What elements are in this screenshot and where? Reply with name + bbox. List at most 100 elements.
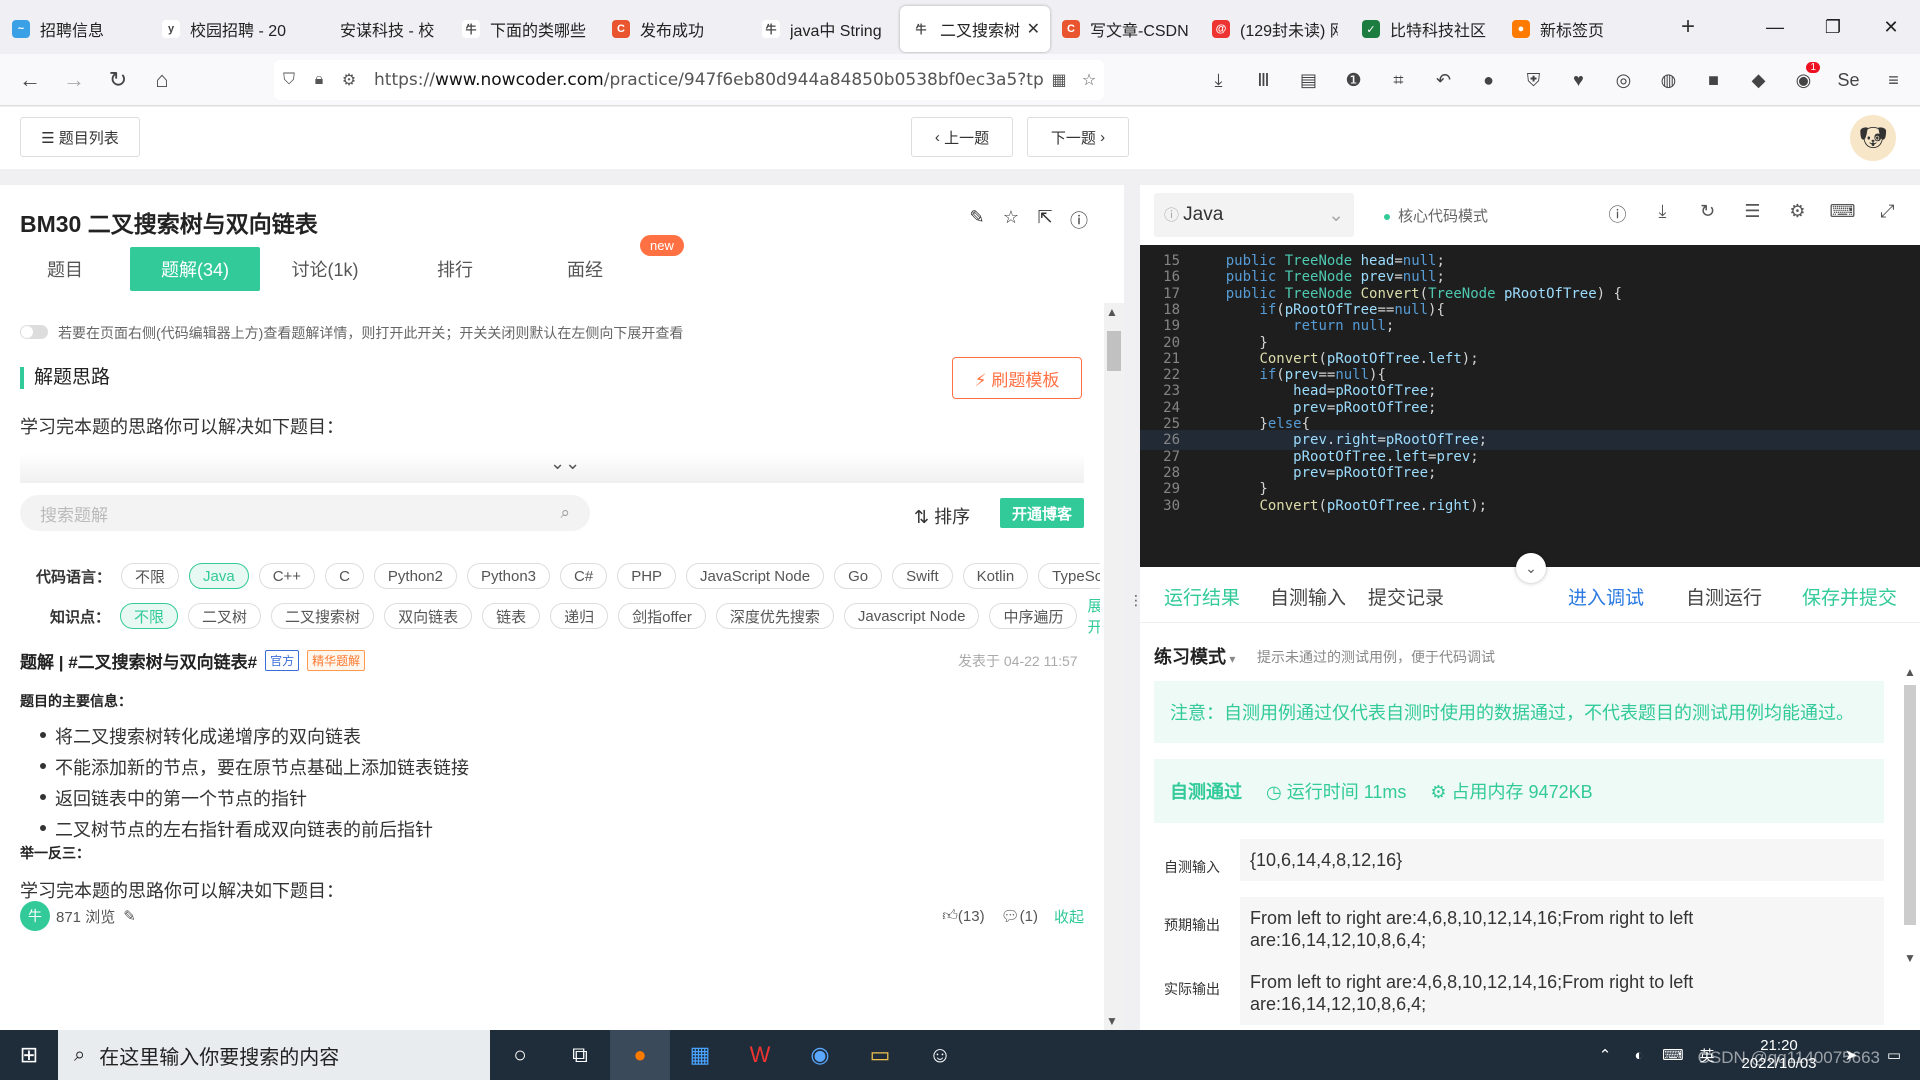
topic-chip[interactable]: 链表 xyxy=(482,603,541,629)
problem-tab[interactable]: 题解(34) xyxy=(130,247,260,291)
search-icon[interactable]: ⌕ xyxy=(560,503,570,523)
edit-icon[interactable]: ✎ xyxy=(960,207,994,233)
avatar[interactable]: 🐶︎ xyxy=(1850,115,1896,161)
solution-title[interactable]: 题解 | #二叉搜索树与双向链表# 官方 精华题解 xyxy=(20,648,366,673)
result-scroll-down-icon[interactable]: ▼ xyxy=(1904,951,1916,965)
solution-title-text[interactable]: 题解 | #二叉搜索树与双向链表# xyxy=(20,648,257,673)
forward-icon[interactable]: → xyxy=(52,60,96,100)
globe-icon[interactable]: ◍ xyxy=(1646,60,1691,100)
note-icon[interactable]: ✎ xyxy=(123,907,136,925)
avatar-app-icon[interactable]: ☺ xyxy=(910,1030,970,1080)
app-blocks-icon[interactable]: ▦ xyxy=(670,1030,730,1080)
problem-tab[interactable]: 面经 xyxy=(520,247,650,291)
prev-problem-button[interactable]: ‹ 上一题 xyxy=(911,117,1013,157)
problem-tab[interactable]: 题目 xyxy=(0,247,130,291)
taskbar-search-input[interactable]: ⌕ 在这里输入你要搜索的内容 xyxy=(58,1030,490,1080)
topic-chip[interactable]: 剑指offer xyxy=(618,603,706,629)
browser-tab[interactable]: C 写文章-CSDN xyxy=(1050,6,1200,52)
file-explorer-icon[interactable]: ▭ xyxy=(850,1030,910,1080)
like-count[interactable]: (13) xyxy=(958,908,985,925)
help-icon[interactable]: ⓘ xyxy=(1595,201,1640,227)
selenium-icon[interactable]: Se xyxy=(1826,60,1871,100)
detail-toggle[interactable] xyxy=(20,325,48,339)
browser-tab[interactable]: y 校园招聘 - 20 xyxy=(150,6,300,52)
comment-count[interactable]: (1) xyxy=(1020,908,1038,925)
browser-tab[interactable]: ● 新标签页 xyxy=(1500,6,1650,52)
like-icon[interactable]: 👍︎ xyxy=(942,907,958,925)
shield-icon[interactable]: ⛉ xyxy=(274,71,304,89)
language-chip[interactable]: Python2 xyxy=(373,563,457,589)
extension-colors-icon[interactable]: ● xyxy=(1466,60,1511,100)
extension-green-icon[interactable]: ◆ xyxy=(1736,60,1781,100)
home-icon[interactable]: ⌂ xyxy=(140,60,184,100)
reset-icon[interactable]: ↻ xyxy=(1685,201,1730,227)
language-select[interactable]: ⓘ Java ⌄ xyxy=(1154,193,1354,237)
collapse-editor-icon[interactable]: ⌄ xyxy=(1516,553,1546,583)
expand-down-icon[interactable]: ⌄⌄ xyxy=(550,453,580,474)
language-chip[interactable]: C++ xyxy=(258,563,316,589)
topic-chip[interactable]: 不限 xyxy=(120,603,179,629)
format-icon[interactable]: ☰ xyxy=(1730,201,1775,227)
lock-icon[interactable]: 🔒︎ xyxy=(304,71,334,89)
fullscreen-icon[interactable]: ⤢ xyxy=(1865,201,1910,227)
close-tab-icon[interactable]: ✕ xyxy=(1027,19,1040,39)
browser-tab[interactable]: 安谋科技 - 校 xyxy=(300,6,450,52)
language-chip[interactable]: Java xyxy=(189,563,249,589)
debug-button[interactable]: 进入调试 xyxy=(1568,583,1644,610)
topic-chip[interactable]: 递归 xyxy=(550,603,609,629)
browser-tab[interactable]: 牛 java中 String xyxy=(750,6,900,52)
keyboard-tray-icon[interactable]: ⌨ xyxy=(1656,1046,1690,1064)
topic-chip[interactable]: 中序遍历 xyxy=(989,603,1078,629)
browser-tab[interactable]: C 发布成功 xyxy=(600,6,750,52)
back-icon[interactable]: ← xyxy=(8,60,52,100)
windows-start-icon[interactable]: ⊞ xyxy=(0,1030,58,1080)
practice-mode-select[interactable]: 练习模式 ▾ xyxy=(1154,643,1235,669)
topic-chip[interactable]: 二叉树 xyxy=(188,603,262,629)
firefox-icon[interactable]: ● xyxy=(610,1030,670,1080)
language-chip[interactable]: C# xyxy=(560,563,608,589)
self-test-button[interactable]: 自测运行 xyxy=(1686,583,1762,610)
browser-tab[interactable]: 牛二叉搜索树 ✕ xyxy=(900,6,1050,52)
crop-icon[interactable]: ⌗ xyxy=(1376,60,1421,100)
open-blog-button[interactable]: 开通博客 xyxy=(1000,498,1084,528)
minimize-icon[interactable]: — xyxy=(1746,0,1804,54)
language-chip[interactable]: PHP xyxy=(617,563,677,589)
language-chip[interactable]: Go xyxy=(834,563,883,589)
download-icon[interactable]: ⤓ xyxy=(1196,60,1241,100)
scroll-up-icon[interactable]: ▲ xyxy=(1106,305,1118,319)
scroll-down-icon[interactable]: ▼ xyxy=(1106,1014,1118,1028)
sidebar-icon[interactable]: ▤ xyxy=(1286,60,1331,100)
language-chip[interactable]: C xyxy=(325,563,364,589)
tab-run-result[interactable]: 运行结果 xyxy=(1164,583,1240,610)
url-text[interactable]: https://www.nowcoder.com/practice/947f6e… xyxy=(374,70,1044,90)
problem-list-button[interactable]: ☰ 题目列表 xyxy=(20,117,140,157)
language-chip[interactable]: 不限 xyxy=(121,563,180,589)
language-chip[interactable]: Kotlin xyxy=(962,563,1029,589)
problem-tab[interactable]: 排行 xyxy=(390,247,520,291)
extension-1-icon[interactable]: ❶ xyxy=(1331,60,1376,100)
info-icon[interactable]: ⓘ xyxy=(1062,207,1096,233)
topic-chip[interactable]: 双向链表 xyxy=(384,603,473,629)
code-line[interactable]: 30 Convert(pRootOfTree.right); xyxy=(1140,496,1920,516)
wps-icon[interactable]: W xyxy=(730,1030,790,1080)
reload-icon[interactable]: ↻ xyxy=(96,60,140,100)
problem-tab[interactable]: 讨论(1k) xyxy=(260,247,390,291)
topic-chip[interactable]: Javascript Node xyxy=(843,603,980,629)
restore-icon[interactable]: ❐ xyxy=(1804,0,1862,54)
result-scrollbar[interactable]: ▲ ▼ xyxy=(1900,665,1920,965)
browser-blue-icon[interactable]: ◉ xyxy=(790,1030,850,1080)
cortana-icon[interactable]: ○ xyxy=(490,1030,550,1080)
template-button[interactable]: ⚡ 刷题模板 xyxy=(952,357,1082,399)
left-scrollbar[interactable]: ▲ ▼ xyxy=(1104,303,1124,1030)
circle-extension-icon[interactable]: ◎ xyxy=(1601,60,1646,100)
tab-submit-records[interactable]: 提交记录 xyxy=(1368,583,1444,610)
language-chip[interactable]: Python3 xyxy=(466,563,551,589)
save-submit-button[interactable]: 保存并提交 xyxy=(1802,583,1897,610)
keyboard-icon[interactable]: ⌨ xyxy=(1820,201,1865,227)
extension-dark-icon[interactable]: ■ xyxy=(1691,60,1736,100)
browser-tab[interactable]: @ (129封未读) 网 xyxy=(1200,6,1350,52)
next-problem-button[interactable]: 下一题 › xyxy=(1027,117,1129,157)
browser-tab[interactable]: ✓ 比特科技社区 xyxy=(1350,6,1500,52)
settings-icon[interactable]: ⚙ xyxy=(1775,201,1820,227)
collapse-link[interactable]: 收起 xyxy=(1054,906,1084,927)
